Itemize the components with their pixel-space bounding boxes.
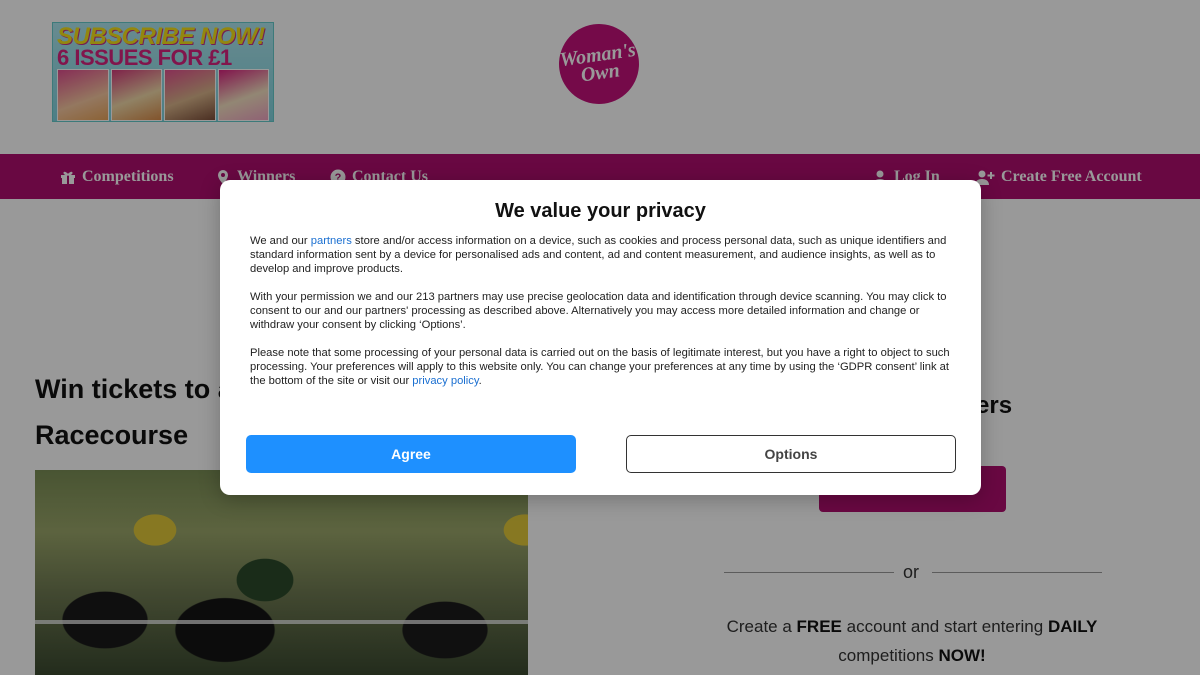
- consent-text: Please note that some processing of your…: [250, 347, 950, 387]
- privacy-consent-dialog: We value your privacy We and our partner…: [220, 180, 981, 495]
- privacy-policy-link[interactable]: privacy policy: [412, 375, 478, 387]
- consent-paragraph-3: Please note that some processing of your…: [250, 346, 955, 388]
- consent-text: We and our: [250, 235, 311, 247]
- consent-text: store and/or access information on a dev…: [250, 235, 947, 275]
- partners-link[interactable]: partners: [311, 235, 352, 247]
- consent-paragraph-1: We and our partners store and/or access …: [250, 234, 955, 276]
- consent-text: .: [478, 375, 482, 387]
- dialog-title: We value your privacy: [495, 200, 706, 222]
- consent-paragraph-2: With your permission we and our 213 part…: [250, 291, 947, 331]
- dialog-body: We and our partners store and/or access …: [250, 234, 955, 402]
- agree-button[interactable]: Agree: [246, 435, 576, 473]
- options-button[interactable]: Options: [626, 435, 956, 473]
